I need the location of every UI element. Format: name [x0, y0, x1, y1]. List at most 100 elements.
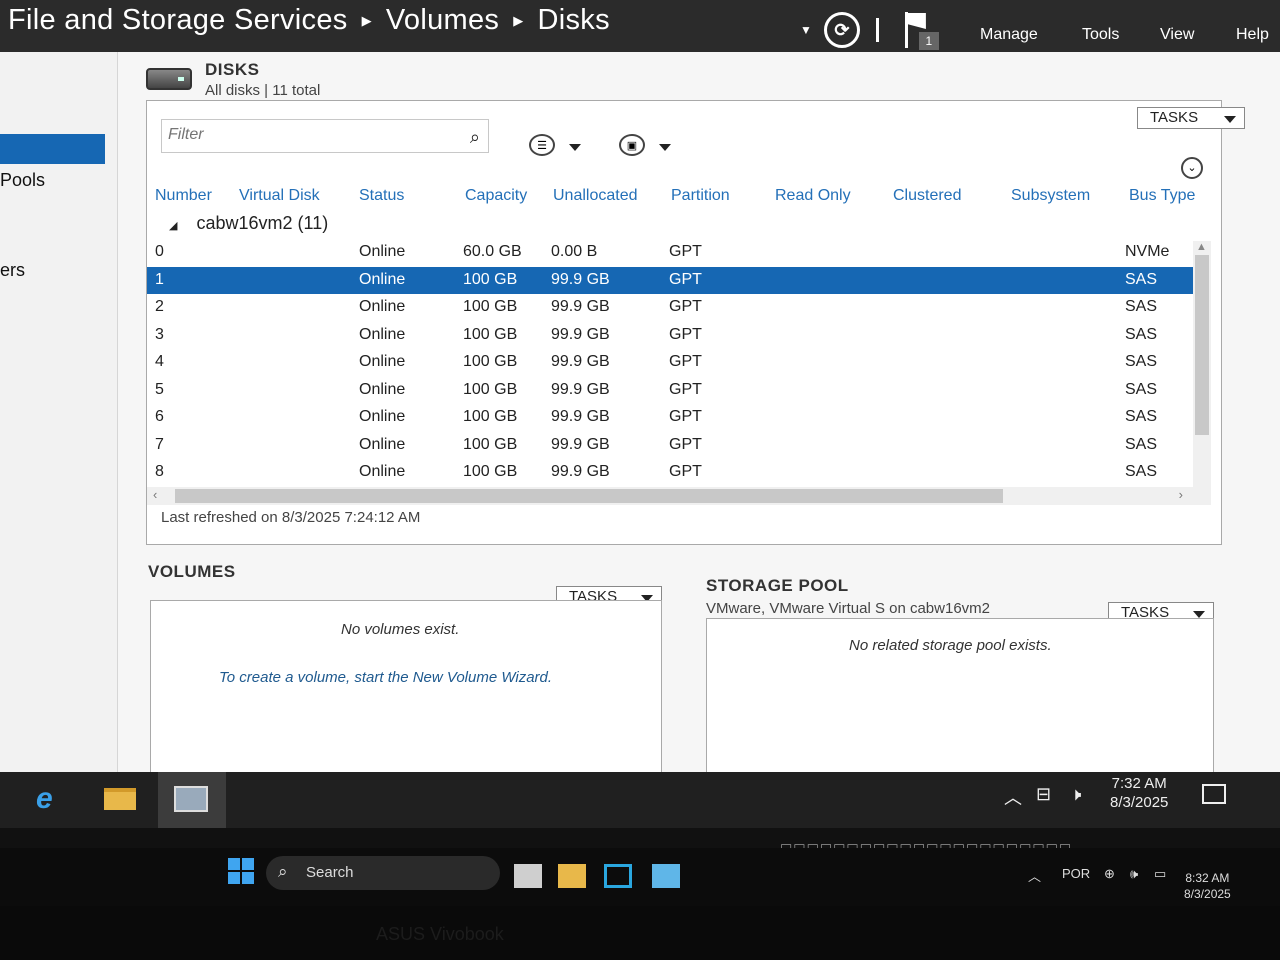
menu-manage[interactable]: Manage	[980, 26, 1038, 44]
col-bus-type[interactable]: Bus Type	[1129, 187, 1195, 205]
cell-partition: GPT	[669, 353, 702, 370]
cell-partition: GPT	[669, 435, 702, 453]
header-divider	[875, 18, 879, 42]
filter-input[interactable]	[162, 120, 452, 150]
cell-unallocated: 99.9 GB	[551, 463, 610, 480]
volume-muted-icon[interactable]: 🕨	[1070, 784, 1081, 805]
col-partition[interactable]: Partition	[671, 187, 730, 205]
host-language-indicator[interactable]: POR	[1062, 866, 1090, 881]
collapse-triangle-icon[interactable]: ◢	[169, 220, 177, 232]
col-virtual-disk[interactable]: Virtual Disk	[239, 187, 320, 205]
task-view-icon[interactable]	[514, 864, 542, 888]
host-volume-icon[interactable]: 🕪	[1130, 866, 1138, 882]
col-unallocated[interactable]: Unallocated	[553, 187, 638, 205]
cell-capacity: 100 GB	[463, 325, 518, 343]
cell-partition: GPT	[669, 408, 702, 425]
vertical-scrollbar[interactable]: ▲ ▼	[1193, 241, 1211, 501]
menu-tools[interactable]: Tools	[1082, 26, 1119, 44]
nav-item-servers[interactable]: ers	[0, 260, 25, 281]
storage-pool-panel: No related storage pool exists.	[706, 618, 1214, 788]
cell-status: Online	[359, 463, 406, 480]
scroll-left-icon[interactable]: ‹	[153, 487, 157, 502]
table-row[interactable]: 4 Online 100 GB 99.9 GB GPT SAS	[147, 349, 1211, 376]
host-network-icon[interactable]: ⊕	[1104, 866, 1115, 882]
action-center-icon[interactable]	[1202, 784, 1226, 804]
table-row[interactable]: 5 Online 100 GB 99.9 GB GPT SAS	[147, 377, 1211, 404]
new-volume-wizard-link[interactable]: To create a volume, start the New Volume…	[219, 669, 552, 686]
table-row[interactable]: 0 Online 60.0 GB 0.00 B GPT NVMe	[147, 239, 1211, 266]
host-file-explorer-icon[interactable]	[558, 864, 586, 888]
host-show-hidden-icons-icon[interactable]: ︿	[1028, 866, 1041, 885]
history-dropdown-icon[interactable]: ▼	[800, 23, 812, 37]
breadcrumb-disks[interactable]: Disks	[538, 4, 610, 37]
cell-number: 3	[155, 325, 164, 343]
host-app-icon[interactable]	[652, 864, 680, 888]
table-row[interactable]: 2 Online 100 GB 99.9 GB GPT SAS	[147, 294, 1211, 321]
save-query-icon[interactable]: ▣	[619, 134, 645, 156]
scrollbar-thumb[interactable]	[175, 489, 1003, 503]
list-view-icon[interactable]: ☰	[529, 134, 555, 156]
horizontal-scrollbar[interactable]: ‹ ›	[147, 487, 1211, 505]
col-clustered[interactable]: Clustered	[893, 187, 961, 205]
table-row[interactable]: 6 Online 100 GB 99.9 GB GPT SAS	[147, 404, 1211, 431]
notification-count-badge: 1	[918, 32, 939, 50]
breadcrumb-file-storage[interactable]: File and Storage Services	[8, 4, 348, 37]
menu-view[interactable]: View	[1160, 26, 1194, 44]
list-view-dropdown-icon[interactable]	[569, 144, 581, 151]
col-status[interactable]: Status	[359, 187, 404, 205]
cell-bus-type: SAS	[1125, 325, 1158, 343]
host-search-box[interactable]: ⌕ Search	[266, 856, 500, 890]
breadcrumb-volumes[interactable]: Volumes	[386, 4, 499, 37]
search-icon: ⌕	[278, 862, 288, 881]
server-time: 7:32 AM	[1111, 775, 1167, 792]
remote-desktop-icon[interactable]	[604, 864, 632, 888]
cell-number: 6	[155, 408, 164, 425]
cell-bus-type: NVMe	[1125, 243, 1170, 260]
col-subsystem[interactable]: Subsystem	[1011, 187, 1090, 205]
scrollbar-thumb[interactable]	[1195, 255, 1209, 435]
table-row[interactable]: 7 Online 100 GB 99.9 GB GPT SAS	[147, 432, 1211, 459]
filter-box[interactable]: ⌕	[161, 119, 489, 153]
cell-unallocated: 99.9 GB	[551, 353, 610, 370]
host-taskbar: ⌕ Search ︿ POR ⊕ 🕪 ▭ 8:32 AM 8/3/2025	[0, 848, 1280, 906]
host-clock[interactable]: 8:32 AM 8/3/2025	[1184, 870, 1231, 902]
cell-partition: GPT	[669, 325, 702, 343]
show-hidden-icons-icon[interactable]: ︿	[1004, 784, 1022, 810]
refresh-icon[interactable]: ⟳	[823, 12, 860, 48]
server-manager-icon[interactable]	[174, 786, 208, 812]
cell-bus-type: SAS	[1125, 270, 1158, 288]
cell-number: 7	[155, 435, 164, 453]
nav-item-pools[interactable]: Pools	[0, 170, 45, 191]
table-row[interactable]: 3 Online 100 GB 99.9 GB GPT SAS	[147, 322, 1211, 349]
scroll-right-icon[interactable]: ›	[1179, 487, 1183, 502]
expand-panel-icon[interactable]: ⌄	[1181, 157, 1203, 179]
nav-item-selected[interactable]	[0, 134, 105, 164]
server-group-row[interactable]: ◢ cabw16vm2 (11)	[169, 213, 328, 234]
disks-title: DISKS	[205, 60, 260, 79]
server-date: 8/3/2025	[1110, 794, 1169, 811]
table-row[interactable]: 8 Online 100 GB 99.9 GB GPT SAS	[147, 459, 1211, 486]
laptop-brand-text: ASUS Vivobook	[376, 924, 504, 944]
menu-help[interactable]: Help	[1236, 26, 1269, 44]
disks-panel: TASKS ⌕ ☰ ▣ ⌄ Number Virtual Disk Status…	[146, 100, 1245, 545]
cell-partition: GPT	[669, 380, 702, 398]
windows-start-icon[interactable]	[228, 858, 254, 884]
cell-bus-type: SAS	[1125, 408, 1158, 425]
file-explorer-icon[interactable]	[104, 788, 136, 810]
network-icon[interactable]: ⊟	[1036, 784, 1051, 805]
col-number[interactable]: Number	[155, 187, 212, 205]
col-capacity[interactable]: Capacity	[465, 187, 527, 205]
server-clock[interactable]: 7:32 AM 8/3/2025	[1110, 774, 1168, 812]
scroll-up-icon[interactable]: ▲	[1196, 241, 1207, 253]
table-row[interactable]: 1 Online 100 GB 99.9 GB GPT SAS	[147, 266, 1211, 294]
notifications-flag-icon[interactable]: 1	[901, 10, 941, 50]
search-icon[interactable]: ⌕	[470, 127, 480, 148]
host-battery-icon[interactable]: ▭	[1154, 866, 1166, 882]
save-query-dropdown-icon[interactable]	[659, 144, 671, 151]
cell-unallocated: 99.9 GB	[551, 270, 610, 288]
col-read-only[interactable]: Read Only	[775, 187, 851, 205]
tasks-label: TASKS	[1150, 109, 1199, 126]
internet-explorer-icon[interactable]: e	[36, 782, 53, 816]
cell-unallocated: 99.9 GB	[551, 435, 610, 453]
disks-tasks-button[interactable]: TASKS	[1137, 107, 1245, 129]
